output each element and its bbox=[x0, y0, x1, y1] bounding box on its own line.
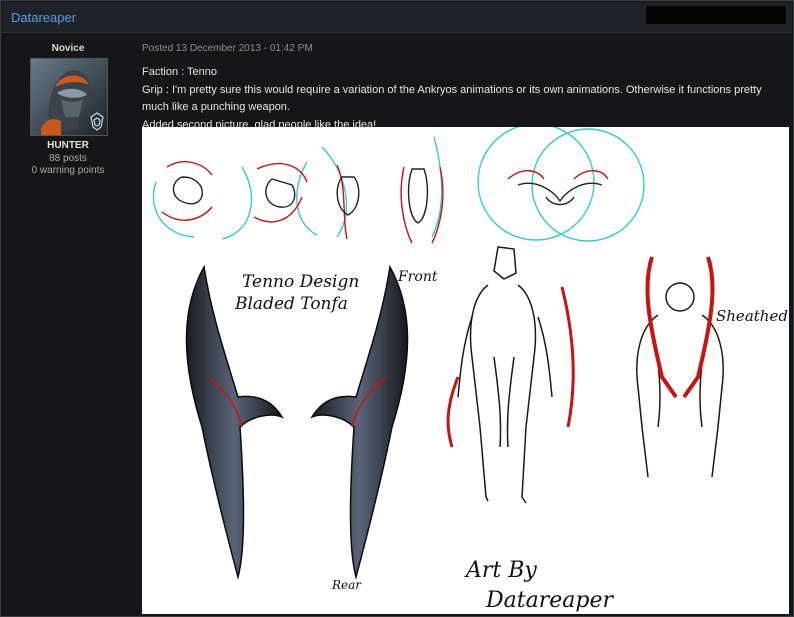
motion-sketches bbox=[152, 127, 645, 244]
author-link[interactable]: Datareaper bbox=[11, 10, 76, 25]
forum-post: Datareaper Novice HUNTER 88 posts 0 warn… bbox=[0, 0, 794, 617]
avatar[interactable] bbox=[30, 58, 108, 136]
art-title-line2: Bladed Tonfa bbox=[234, 294, 348, 314]
front-figure-sketch bbox=[446, 246, 575, 504]
post-line-faction: Faction : Tenno bbox=[142, 66, 218, 78]
concept-art-image[interactable]: Tenno Design Bladed Tonfa Front Rear She… bbox=[142, 127, 789, 614]
art-signature-line2: Datareaper bbox=[485, 588, 614, 613]
header-bar bbox=[646, 6, 786, 24]
post-header: Datareaper bbox=[2, 2, 792, 33]
post-timestamp: Posted 13 December 2013 - 01:42 PM bbox=[142, 43, 313, 54]
post-count: 88 posts bbox=[49, 153, 87, 164]
user-title: HUNTER bbox=[47, 140, 89, 151]
post-line-grip: Grip : I'm pretty sure this would requir… bbox=[142, 83, 762, 114]
art-label-rear: Rear bbox=[331, 578, 362, 592]
art-label-front: Front bbox=[397, 269, 438, 285]
post-body: Faction : Tenno Grip : I'm pretty sure t… bbox=[142, 64, 782, 134]
sheathed-figure-sketch bbox=[636, 256, 724, 478]
post-content: Posted 13 December 2013 - 01:42 PM Facti… bbox=[135, 33, 791, 616]
art-title-line1: Tenno Design bbox=[242, 272, 359, 292]
author-sidebar: Novice HUNTER 88 posts 0 warning points bbox=[2, 33, 134, 616]
art-label-sheathed: Sheathed bbox=[716, 307, 788, 325]
art-signature-line1: Art By bbox=[464, 558, 537, 583]
warning-points: 0 warning points bbox=[31, 165, 105, 176]
member-rank: Novice bbox=[51, 43, 85, 54]
